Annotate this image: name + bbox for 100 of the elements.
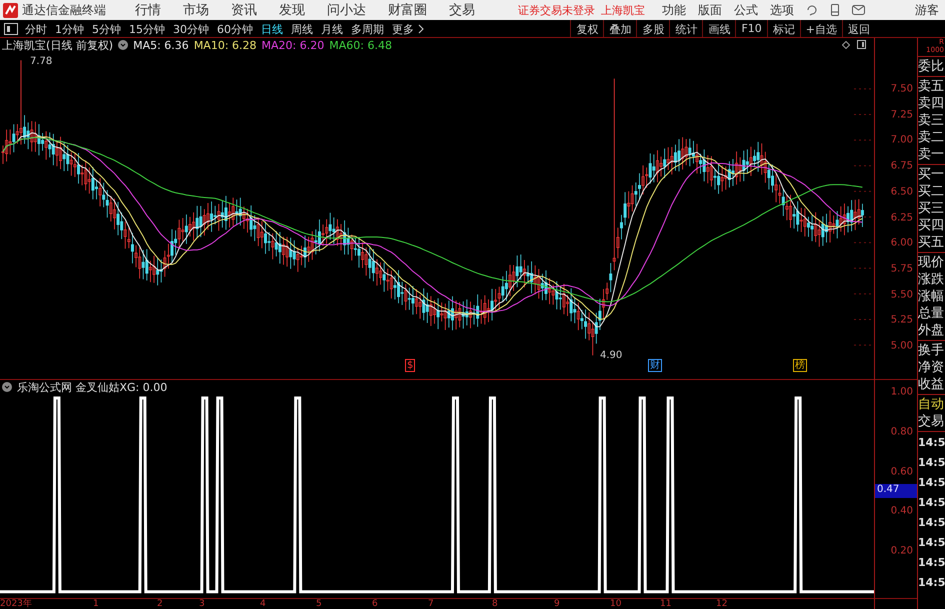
quote-label: 外盘: [918, 322, 945, 339]
time-axis-label: 2: [157, 598, 163, 609]
period-tab[interactable]: 周线: [287, 20, 317, 37]
time-axis-label: 12: [716, 598, 728, 609]
time-axis-label: 6: [372, 598, 378, 609]
cursor-value-label: 0.47: [875, 484, 917, 498]
phone-icon[interactable]: [830, 4, 840, 16]
menu-item[interactable]: 财富圈: [377, 1, 438, 19]
period-tab[interactable]: 分时: [21, 20, 51, 37]
trade-time: 14:5: [918, 435, 945, 451]
quote-label: 涨幅: [918, 288, 945, 305]
menu-item[interactable]: 发现: [268, 1, 316, 19]
menu-item[interactable]: 选项: [764, 2, 800, 18]
menu-item[interactable]: 功能: [656, 2, 692, 18]
app-title: 通达信金融终端: [22, 2, 106, 18]
period-tab[interactable]: 日线: [257, 20, 287, 37]
period-tab[interactable]: 5分钟: [88, 20, 125, 37]
price-tick: 5.00: [890, 340, 913, 352]
toolbar-button[interactable]: 统计: [669, 20, 702, 37]
time-axis-label: 3: [199, 598, 205, 609]
price-tick: 6.50: [890, 186, 913, 198]
indicator-tick: 0.60: [890, 466, 913, 477]
low-price-label: 4.90: [600, 350, 622, 361]
toolbar-button[interactable]: 标记: [766, 20, 800, 37]
indicator-title: 乐淘公式网 金叉仙姑XG: 0.00: [17, 380, 168, 394]
sidebar-toggle-icon[interactable]: [4, 23, 18, 35]
price-tick: 6.75: [890, 160, 913, 172]
more-tab[interactable]: 更多: [388, 20, 418, 37]
ma-value: MA10: 6.28: [194, 38, 257, 52]
quote-label: 总量: [918, 305, 945, 322]
quote-label: 买三: [918, 200, 945, 217]
toolbar-button[interactable]: F10: [735, 20, 767, 37]
time-axis-label: 9: [554, 598, 560, 609]
event-marker[interactable]: 财: [648, 359, 662, 372]
quote-label: 收益: [918, 376, 945, 393]
quote-label: 买一: [918, 166, 945, 183]
time-axis-label: 1: [93, 598, 99, 609]
event-marker[interactable]: $: [405, 359, 416, 372]
quote-label: 自动: [918, 396, 945, 413]
quote-label: 换手: [918, 342, 945, 359]
toolbar-button[interactable]: 画线: [702, 20, 736, 37]
time-axis-label: 4: [260, 598, 266, 609]
price-tick: 7.50: [890, 84, 913, 94]
stock-link[interactable]: 上海凯宝: [601, 2, 645, 18]
indicator-tick: 1.00: [890, 386, 913, 398]
menu-item[interactable]: 问小达: [316, 1, 377, 19]
trade-time: 14:5: [918, 555, 945, 571]
trade-time: 14:5: [918, 475, 945, 491]
login-notice[interactable]: 证券交易未登录: [518, 2, 595, 18]
ma-value: MA20: 6.20: [262, 38, 324, 52]
time-axis-label: 2023年: [0, 598, 32, 609]
quote-label: 涨跌: [918, 271, 945, 288]
menu-item[interactable]: 公式: [728, 2, 764, 18]
ma-value: MA60: 6.48: [329, 38, 392, 52]
period-tab[interactable]: 多周期: [347, 20, 388, 37]
menu-item[interactable]: 交易: [438, 1, 486, 19]
guest-user[interactable]: 游客: [915, 2, 939, 18]
time-axis-label: 5: [316, 598, 322, 609]
price-tick: 5.50: [890, 289, 913, 300]
quote-label: 净资: [918, 359, 945, 376]
chevron-circle-icon[interactable]: [2, 382, 12, 392]
toolbar-button[interactable]: +自选: [800, 20, 842, 37]
price-tick: 7.25: [890, 109, 913, 120]
price-tick: 7.00: [890, 134, 913, 146]
trade-time: 14:5: [918, 575, 945, 591]
menu-item[interactable]: 资讯: [220, 1, 268, 19]
time-axis-label: 8: [492, 598, 498, 609]
menu-item[interactable]: 市场: [172, 1, 220, 19]
quote-label: 卖二: [918, 129, 945, 146]
mail-icon[interactable]: [852, 5, 865, 15]
period-tab[interactable]: 1分钟: [51, 20, 88, 37]
indicator-tick: 0.40: [890, 506, 913, 517]
chevron-right-icon[interactable]: [418, 24, 424, 34]
time-axis-label: 7: [428, 598, 434, 609]
toolbar-button[interactable]: 叠加: [603, 20, 636, 37]
quote-label: 卖三: [918, 112, 945, 129]
quote-label: 交易: [918, 413, 945, 430]
menu-item[interactable]: 行情: [124, 1, 172, 19]
quote-label: 买二: [918, 183, 945, 200]
toolbar-button[interactable]: 返回: [842, 20, 875, 37]
toolbar-button[interactable]: 复权: [570, 20, 604, 37]
period-tab[interactable]: 月线: [317, 20, 347, 37]
trade-time: 14:5: [918, 515, 945, 531]
diamond-icon[interactable]: [842, 41, 850, 49]
period-tab[interactable]: 60分钟: [213, 20, 257, 37]
price-tick: 6.25: [890, 212, 913, 223]
app-logo-icon: [3, 2, 18, 18]
toolbar-button[interactable]: 多股: [636, 20, 670, 37]
high-price-label: 7.78: [30, 56, 52, 67]
chart-title: 上海凯宝(日线 前复权): [2, 38, 114, 52]
panel-toggle-icon[interactable]: [857, 40, 866, 49]
event-marker[interactable]: 榜: [793, 359, 807, 372]
indicator-tick: 0.20: [890, 546, 913, 556]
period-tab[interactable]: 15分钟: [125, 20, 169, 37]
quote-label: 买四: [918, 217, 945, 234]
chevron-circle-icon[interactable]: [118, 40, 128, 50]
price-tick: 5.75: [890, 263, 913, 274]
menu-item[interactable]: 版面: [692, 2, 728, 18]
trade-time: 14:5: [918, 535, 945, 551]
period-tab[interactable]: 30分钟: [169, 20, 213, 37]
